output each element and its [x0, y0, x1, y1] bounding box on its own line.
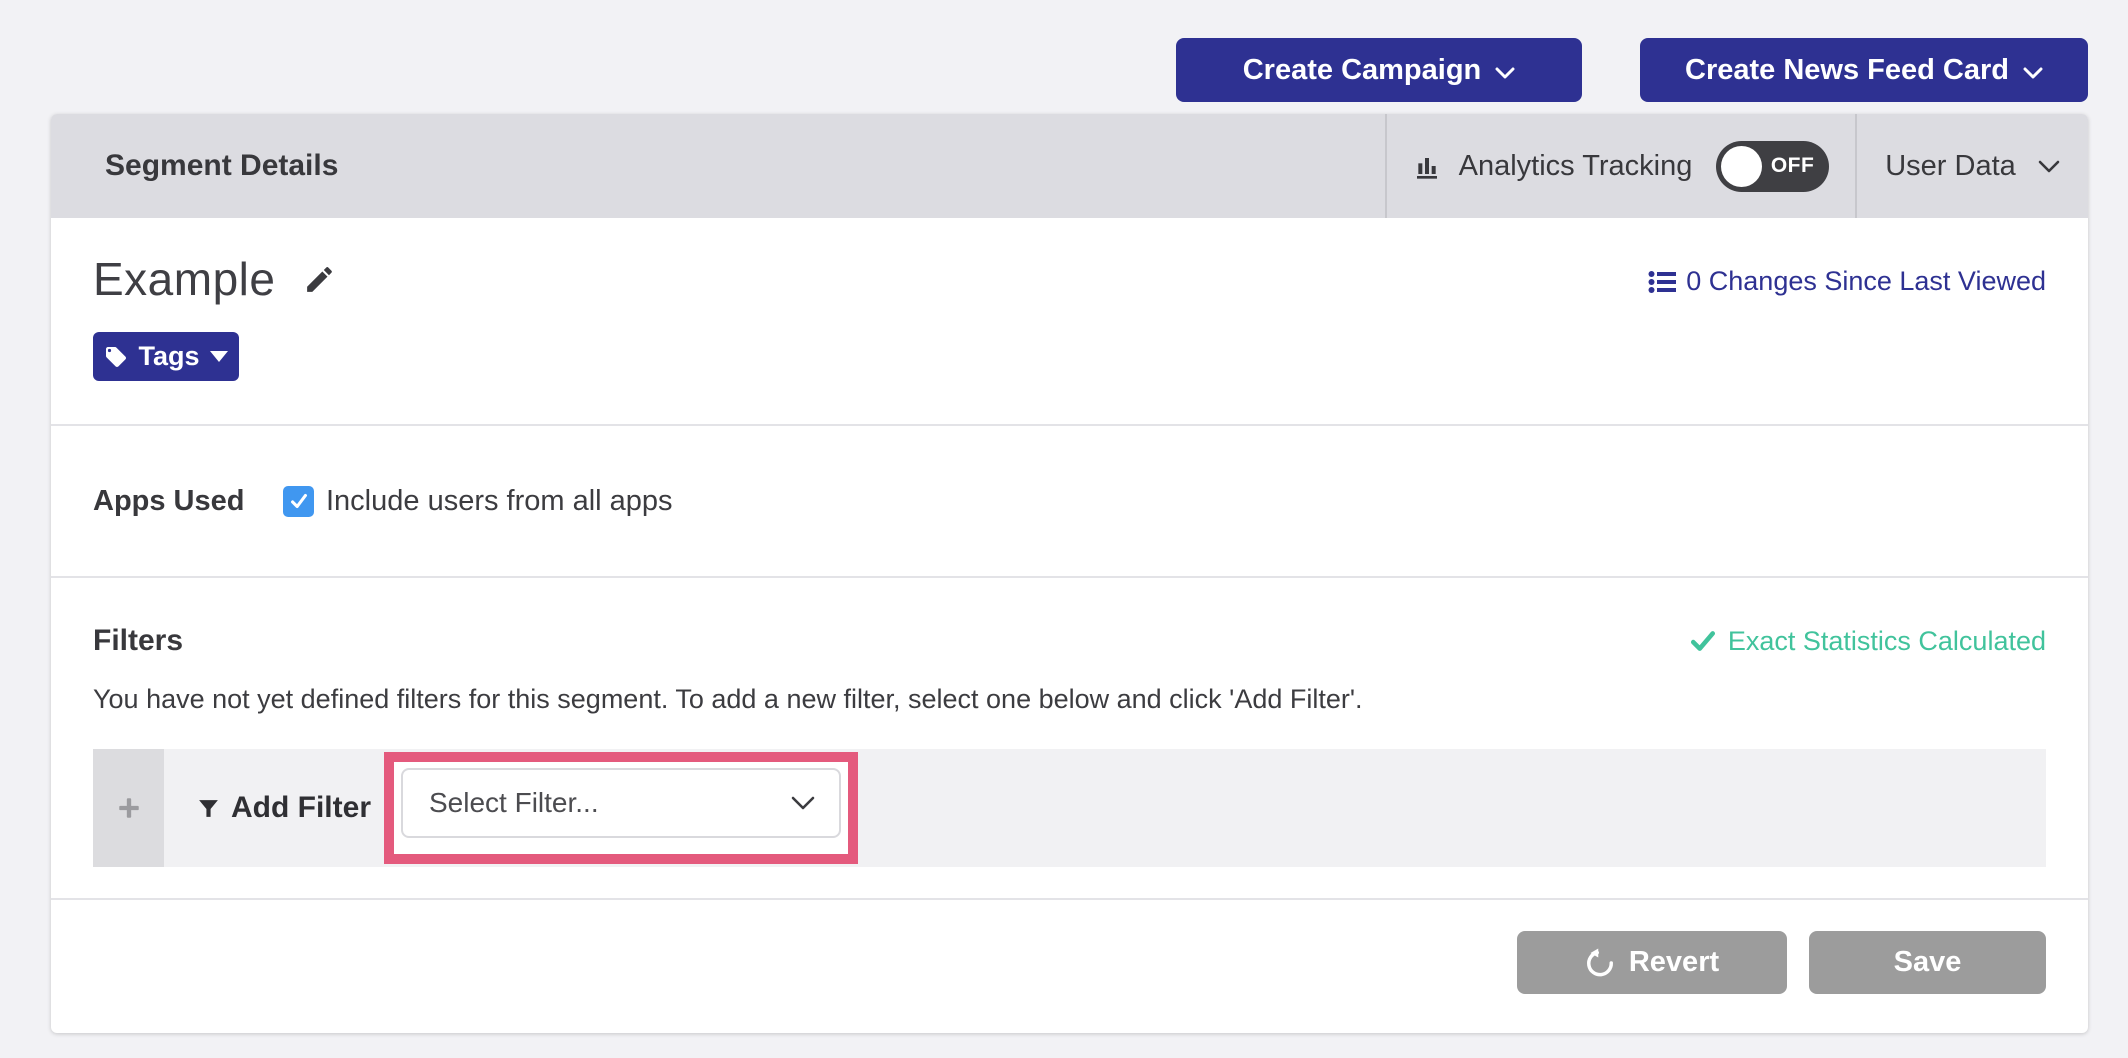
changes-link-label: 0 Changes Since Last Viewed — [1686, 266, 2046, 297]
select-filter-dropdown[interactable]: Select Filter... — [401, 768, 841, 838]
tags-button-label: Tags — [138, 341, 199, 372]
page-title: Segment Details — [51, 114, 1385, 218]
analytics-tracking-control: Analytics Tracking OFF — [1387, 114, 1855, 218]
user-data-dropdown[interactable]: User Data — [1857, 114, 2088, 218]
save-button[interactable]: Save — [1809, 931, 2046, 994]
filters-section: Filters Exact Statistics Calculated You … — [51, 578, 2088, 898]
revert-button[interactable]: Revert — [1517, 931, 1787, 994]
funnel-icon — [196, 796, 221, 821]
create-news-feed-card-label: Create News Feed Card — [1685, 54, 2009, 87]
tags-button[interactable]: Tags — [93, 332, 239, 381]
add-filter-plus-button[interactable] — [93, 749, 164, 867]
chevron-down-icon — [791, 796, 815, 810]
segment-title-section: Example 0 Changes Since Last Viewed — [51, 218, 2088, 424]
analytics-tracking-toggle[interactable]: OFF — [1716, 141, 1829, 192]
apps-used-label: Apps Used — [93, 485, 283, 518]
changes-since-last-viewed-link[interactable]: 0 Changes Since Last Viewed — [1648, 266, 2046, 297]
create-news-feed-card-button[interactable]: Create News Feed Card — [1640, 38, 2088, 102]
include-all-apps-checkbox[interactable] — [283, 486, 314, 517]
user-data-label: User Data — [1885, 150, 2016, 183]
revert-button-label: Revert — [1629, 946, 1719, 979]
segment-details-card: Segment Details Analytics Tracking OFF — [51, 114, 2088, 1033]
bar-chart-icon — [1413, 150, 1445, 182]
include-all-apps-label: Include users from all apps — [326, 485, 673, 518]
card-header: Segment Details Analytics Tracking OFF — [51, 114, 2088, 218]
create-campaign-label: Create Campaign — [1243, 54, 1482, 87]
card-footer: Revert Save — [51, 900, 2088, 1033]
segment-details-page: Create Campaign Create News Feed Card Se… — [0, 0, 2128, 1058]
select-filter-placeholder: Select Filter... — [429, 787, 599, 819]
apps-used-section: Apps Used Include users from all apps — [51, 426, 2088, 576]
top-action-bar: Create Campaign Create News Feed Card — [1176, 38, 2088, 102]
tag-icon — [104, 345, 128, 369]
filters-heading: Filters — [93, 624, 183, 658]
revert-icon — [1585, 948, 1615, 978]
toggle-knob — [1721, 146, 1762, 187]
add-filter-row: Add Filter Select Filter... — [93, 749, 2046, 867]
check-icon — [1690, 628, 1716, 654]
chevron-down-icon — [1495, 54, 1515, 87]
filters-header-row: Filters Exact Statistics Calculated — [93, 624, 2046, 658]
create-campaign-button[interactable]: Create Campaign — [1176, 38, 1582, 102]
add-filter-label: Add Filter — [231, 791, 371, 825]
toggle-state-label: OFF — [1771, 154, 1815, 178]
chevron-down-icon — [2038, 160, 2060, 173]
exact-statistics-status: Exact Statistics Calculated — [1690, 626, 2046, 657]
filters-empty-message: You have not yet defined filters for thi… — [93, 684, 2046, 715]
edit-pencil-icon[interactable] — [303, 263, 336, 296]
highlight-annotation-box: Select Filter... — [384, 752, 858, 864]
save-button-label: Save — [1894, 946, 1962, 979]
change-log-icon — [1648, 270, 1676, 294]
exact-statistics-label: Exact Statistics Calculated — [1728, 626, 2046, 657]
add-filter-label-group: Add Filter — [196, 791, 371, 825]
chevron-down-icon — [2023, 54, 2043, 87]
segment-name: Example — [93, 252, 275, 306]
analytics-tracking-label: Analytics Tracking — [1459, 150, 1693, 183]
caret-down-icon — [210, 351, 228, 362]
